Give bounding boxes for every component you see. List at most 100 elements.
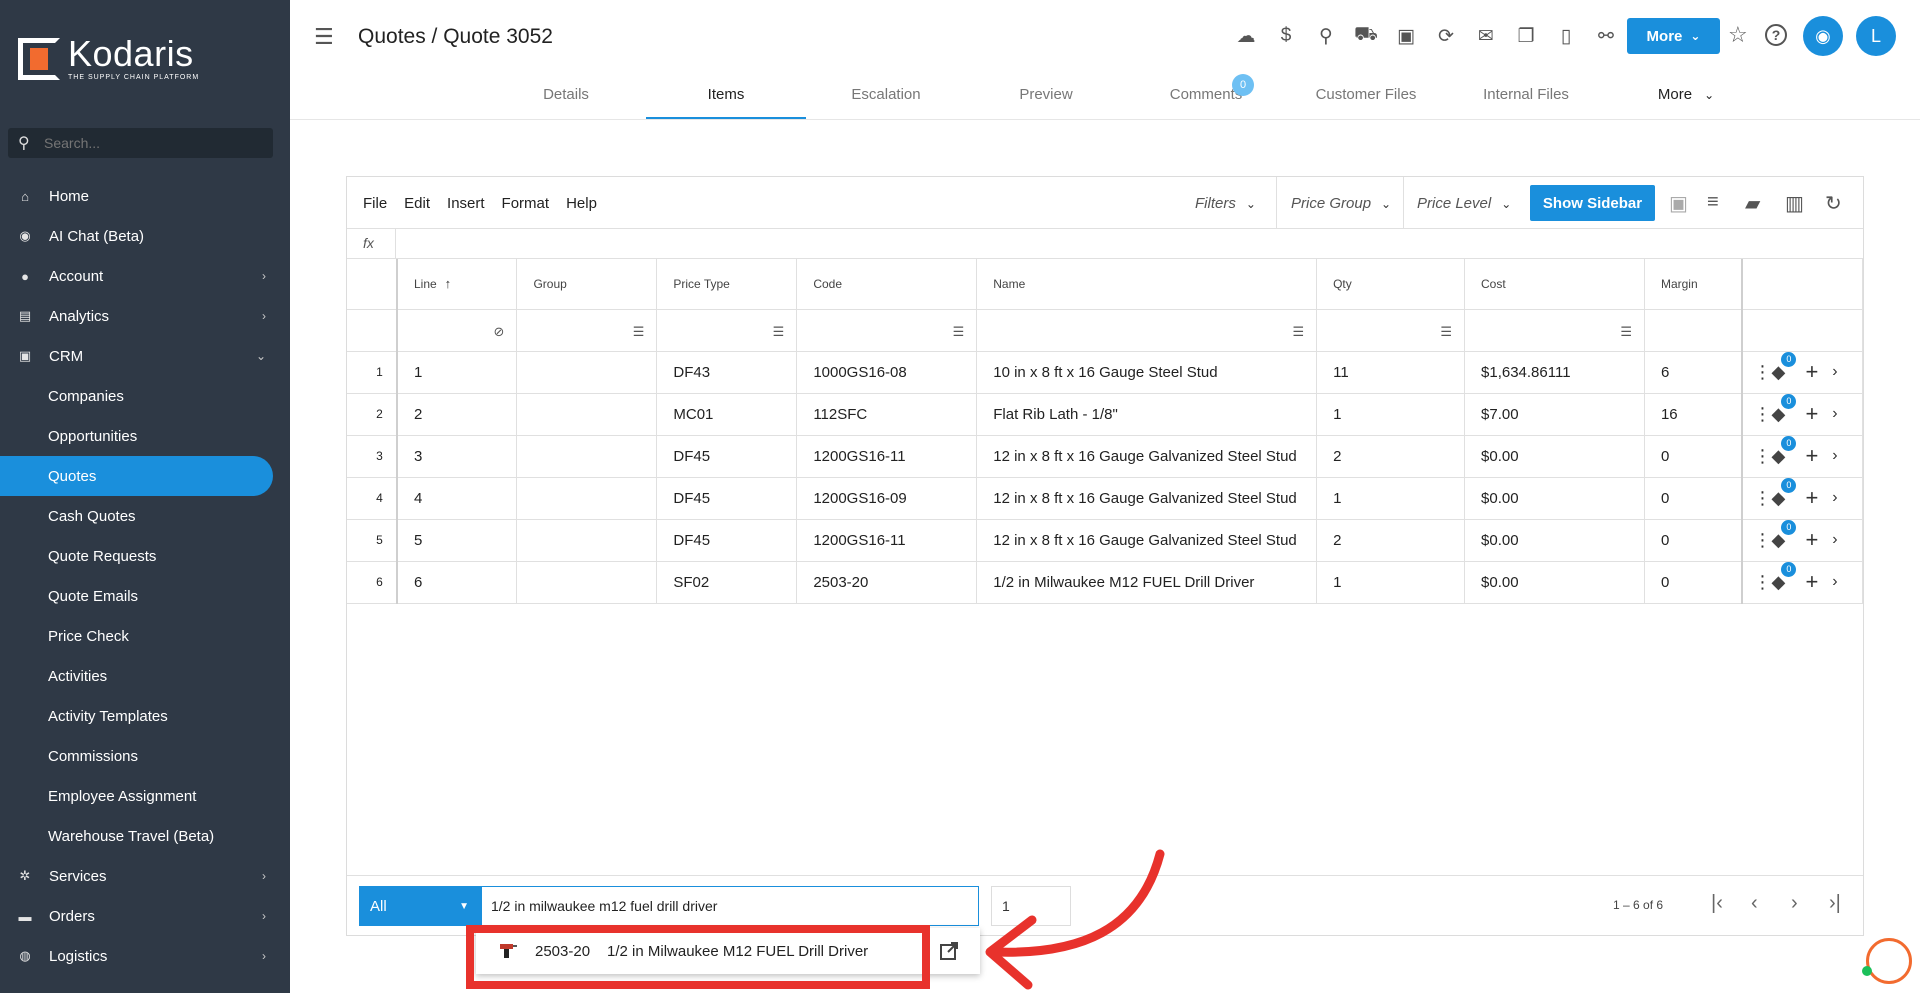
item-type-select[interactable]: All ▼ xyxy=(359,886,481,926)
sidebar-search-input[interactable] xyxy=(44,135,254,151)
cell-group[interactable] xyxy=(516,435,658,478)
ai-assistant-icon[interactable]: ◉ xyxy=(1803,16,1843,56)
tab-escalation[interactable]: Escalation xyxy=(806,80,966,120)
cell-margin[interactable]: 16 xyxy=(1644,393,1743,436)
cell-code[interactable]: 1200GS16-11 xyxy=(796,519,978,562)
add-icon[interactable]: + xyxy=(1805,401,1818,427)
next-page-icon[interactable]: › xyxy=(1791,892,1798,915)
cell-cost[interactable]: $0.00 xyxy=(1464,519,1645,562)
menu-file[interactable]: File xyxy=(363,195,387,212)
column-header-cost[interactable]: Cost xyxy=(1464,259,1645,310)
price-tag-icon[interactable]: ◆ 0 xyxy=(1771,561,1797,593)
favorite-star-icon[interactable]: ☆ xyxy=(1728,22,1748,48)
row-number[interactable]: 5 xyxy=(347,519,398,562)
cell-code[interactable]: 1000GS16-08 xyxy=(796,351,978,394)
cell-line[interactable]: 4 xyxy=(396,477,518,520)
kebab-menu-icon[interactable]: ⋮ xyxy=(1753,404,1771,425)
price-tag-icon[interactable]: ◆ 0 xyxy=(1771,519,1797,551)
table-row[interactable]: 2 2 MC01 112SFC Flat Rib Lath - 1/8" 1 $7.00 16… xyxy=(347,393,1864,436)
cell-name[interactable]: 12 in x 8 ft x 16 Gauge Galvanized Steel… xyxy=(976,519,1318,562)
cloud-upload-icon[interactable]: ☁ xyxy=(1230,20,1262,52)
help-icon[interactable]: ? xyxy=(1765,24,1787,46)
cell-cost[interactable]: $0.00 xyxy=(1464,435,1645,478)
sidebar-item-account[interactable]: ● Account › xyxy=(0,256,290,296)
cell-margin[interactable]: 6 xyxy=(1644,351,1743,394)
cell-qty[interactable]: 1 xyxy=(1316,393,1466,436)
sidebar-item-logistics[interactable]: ◍ Logistics › xyxy=(0,936,290,976)
menu-insert[interactable]: Insert xyxy=(447,195,485,212)
chevron-right-icon[interactable]: › xyxy=(1832,531,1837,549)
cash-icon[interactable]: ▣ xyxy=(1390,20,1422,52)
cell-group[interactable] xyxy=(516,561,658,604)
filters-dropdown[interactable]: Filters ⌄ xyxy=(1195,195,1256,212)
tab-comments[interactable]: Comments 0 xyxy=(1126,74,1286,120)
tab-internal-files[interactable]: Internal Files xyxy=(1446,80,1606,120)
table-row[interactable]: 6 6 SF02 2503-20 1/2 in Milwaukee M12 FUEL D… xyxy=(347,561,1864,604)
cell-qty[interactable]: 11 xyxy=(1316,351,1466,394)
cell-qty[interactable]: 1 xyxy=(1316,561,1466,604)
sidebar-item-services[interactable]: ✲ Services › xyxy=(0,856,290,896)
new-file-icon[interactable]: ▯ xyxy=(1550,20,1582,52)
filter-icon[interactable]: ☰ xyxy=(1620,324,1632,340)
cell-code[interactable]: 2503-20 xyxy=(796,561,978,604)
column-header-price-type[interactable]: Price Type xyxy=(656,259,798,310)
tab-preview[interactable]: Preview xyxy=(966,80,1126,120)
cell-cost[interactable]: $1,634.86111 xyxy=(1464,351,1645,394)
filter-cell-group[interactable]: ☰ xyxy=(516,309,658,352)
cell-group[interactable] xyxy=(516,351,658,394)
sidebar-item-opportunities[interactable]: Opportunities xyxy=(0,416,290,456)
add-icon[interactable]: + xyxy=(1805,527,1818,553)
cell-code[interactable]: 1200GS16-09 xyxy=(796,477,978,520)
delivery-truck-icon[interactable]: ⛟ xyxy=(1350,20,1382,52)
refresh-icon[interactable]: ↻ xyxy=(1825,191,1842,216)
sidebar-item-crm[interactable]: ▣ CRM ⌄ xyxy=(0,336,290,376)
column-header-code[interactable]: Code xyxy=(796,259,978,310)
previous-page-icon[interactable]: ‹ xyxy=(1751,892,1758,915)
cell-group[interactable] xyxy=(516,477,658,520)
cell-qty[interactable]: 1 xyxy=(1316,477,1466,520)
price-tag-icon[interactable]: ◆ 0 xyxy=(1771,435,1797,467)
cell-name[interactable]: 12 in x 8 ft x 16 Gauge Galvanized Steel… xyxy=(976,435,1318,478)
column-header-group[interactable]: Group xyxy=(516,259,658,310)
first-page-icon[interactable]: |‹ xyxy=(1711,892,1723,915)
location-pin-icon[interactable]: ⚲ xyxy=(1310,20,1342,52)
price-tag-icon[interactable]: ◆ 0 xyxy=(1771,351,1797,383)
cell-price-type[interactable]: DF45 xyxy=(656,477,798,520)
price-tag-toolbar-icon[interactable]: ▣ xyxy=(1669,191,1688,216)
filter-cell-name[interactable]: ☰ xyxy=(976,309,1318,352)
cell-line[interactable]: 5 xyxy=(396,519,518,562)
cell-price-type[interactable]: DF43 xyxy=(656,351,798,394)
filter-cell-price-type[interactable]: ☰ xyxy=(656,309,798,352)
cell-line[interactable]: 1 xyxy=(396,351,518,394)
kebab-menu-icon[interactable]: ⋮ xyxy=(1753,488,1771,509)
sync-dollar-icon[interactable]: ⟳ xyxy=(1430,20,1462,52)
cell-code[interactable]: 112SFC xyxy=(796,393,978,436)
comment-icon[interactable]: ▰ xyxy=(1745,191,1760,216)
sidebar-item-quote-emails[interactable]: Quote Emails xyxy=(0,576,290,616)
sort-ascending-icon[interactable]: ↑ xyxy=(445,276,452,291)
menu-edit[interactable]: Edit xyxy=(404,195,430,212)
sidebar-item-activities[interactable]: Activities xyxy=(0,656,290,696)
cell-price-type[interactable]: SF02 xyxy=(656,561,798,604)
add-icon[interactable]: + xyxy=(1805,443,1818,469)
sidebar-item-cash-quotes[interactable]: Cash Quotes xyxy=(0,496,290,536)
sidebar-item-analytics[interactable]: ▤ Analytics › xyxy=(0,296,290,336)
table-row[interactable]: 3 3 DF45 1200GS16-11 12 in x 8 ft x 16 Gauge… xyxy=(347,435,1864,478)
support-chat-icon[interactable] xyxy=(1866,938,1912,984)
filter-icon[interactable]: ☰ xyxy=(953,324,965,340)
tab-details[interactable]: Details xyxy=(486,80,646,120)
cell-cost[interactable]: $7.00 xyxy=(1464,393,1645,436)
more-actions-button[interactable]: More ⌄ xyxy=(1627,18,1720,54)
kebab-menu-icon[interactable]: ⋮ xyxy=(1753,572,1771,593)
tab-items[interactable]: Items xyxy=(646,80,806,119)
chevron-right-icon[interactable]: › xyxy=(1832,405,1837,423)
row-number[interactable]: 2 xyxy=(347,393,398,436)
filter-icon[interactable]: ☰ xyxy=(1292,324,1304,340)
cell-line[interactable]: 2 xyxy=(396,393,518,436)
sidebar-item-activity-templates[interactable]: Activity Templates xyxy=(0,696,290,736)
cell-name[interactable]: Flat Rib Lath - 1/8" xyxy=(976,393,1318,436)
sidebar-item-quote-requests[interactable]: Quote Requests xyxy=(0,536,290,576)
cell-group[interactable] xyxy=(516,393,658,436)
last-page-icon[interactable]: ›| xyxy=(1829,892,1841,915)
filter-cell-line[interactable]: ⊘ xyxy=(396,309,518,352)
